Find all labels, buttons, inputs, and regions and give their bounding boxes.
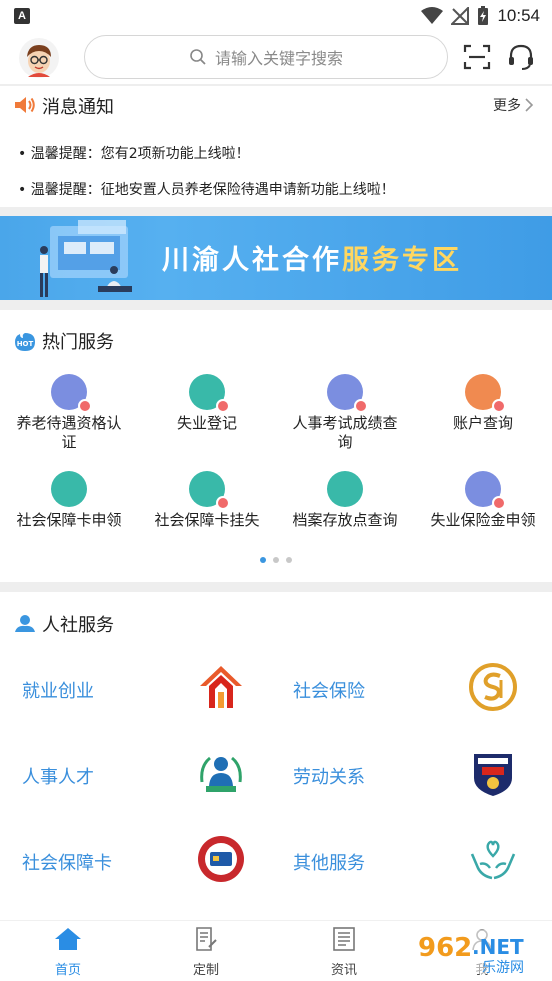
service-unemployment-registration[interactable]: 失业登记 <box>138 374 276 433</box>
service-label: 档案存放点查询 <box>292 511 398 529</box>
service-label: 人事考试成绩查询 <box>292 414 398 451</box>
hot-services-header: HOT 热门服务 <box>0 324 552 358</box>
nav-home[interactable]: 首页 <box>28 927 108 978</box>
search-placeholder: 请输入关键字搜索 <box>214 49 343 68</box>
renshe-services-header: 人社服务 <box>0 607 552 641</box>
notice-item[interactable]: • 温馨提醒：征地安置人员养老保险待遇申请新功能上线啦！ <box>18 179 395 199</box>
notice-more-link[interactable]: 更多 <box>493 95 534 115</box>
nav-customize[interactable]: 定制 <box>166 927 246 978</box>
battery-icon <box>478 6 489 25</box>
renshe-item-employment[interactable]: 就业创业 <box>22 677 94 703</box>
social-insurance-logo-icon[interactable] <box>468 662 518 712</box>
archive-icon <box>327 471 363 507</box>
service-label: 账户查询 <box>452 414 513 432</box>
service-exam-score-query[interactable]: 人事考试成绩查询 <box>276 374 414 452</box>
care-hands-heart-icon[interactable] <box>468 834 518 884</box>
hot-icon: HOT <box>15 333 35 351</box>
renshe-services-title: 人社服务 <box>42 615 114 636</box>
notice-title: 消息通知 <box>42 97 114 118</box>
person-icon <box>15 615 35 632</box>
notification-a-icon: A <box>14 8 30 24</box>
renshe-item-labor-relations[interactable]: 劳动关系 <box>293 763 365 789</box>
service-label: 养老待遇资格认证 <box>16 414 122 451</box>
watermark-net: .NET <box>472 935 524 959</box>
service-label: 社会保障卡挂失 <box>154 511 260 529</box>
banner[interactable]: 川渝人社合作服务专区 <box>0 216 552 300</box>
no-signal-icon <box>451 7 470 25</box>
service-unemployment-benefit-apply[interactable]: 失业保险金申领 <box>414 471 552 530</box>
card-icon <box>51 471 87 507</box>
banner-title-main: 川渝人社合作 <box>162 245 342 276</box>
status-icons: 10:54 <box>421 4 540 28</box>
banner-title-highlight: 服务专区 <box>342 245 462 276</box>
labor-relations-badge-icon[interactable] <box>468 748 518 798</box>
renshe-item-social-security-card[interactable]: 社会保障卡 <box>22 849 112 875</box>
service-label: 社会保障卡申领 <box>16 511 122 529</box>
benefit-icon <box>465 471 506 510</box>
service-label: 失业保险金申领 <box>430 511 536 529</box>
scan-icon[interactable] <box>462 42 492 72</box>
nav-label: 首页 <box>54 963 81 978</box>
search-icon <box>190 49 206 65</box>
news-icon <box>333 927 355 951</box>
notice-item[interactable]: • 温馨提醒：您有2项新功能上线啦！ <box>18 143 250 163</box>
notice-more-label: 更多 <box>493 98 521 114</box>
avatar[interactable] <box>18 37 60 79</box>
status-bar: A 10:54 <box>0 0 552 32</box>
clock: 10:54 <box>497 6 540 25</box>
renshe-item-personnel-talent[interactable]: 人事人才 <box>22 763 94 789</box>
personnel-talent-logo-icon[interactable] <box>196 748 246 798</box>
exam-icon <box>327 374 368 413</box>
document-edit-icon <box>196 927 217 951</box>
home-icon <box>55 928 81 950</box>
customer-service-icon[interactable] <box>506 42 536 72</box>
renshe-item-other-services[interactable]: 其他服务 <box>293 849 365 875</box>
section-divider <box>0 300 552 310</box>
service-label: 失业登记 <box>176 414 237 432</box>
page-dot[interactable] <box>260 557 266 563</box>
service-card-apply[interactable]: 社会保障卡申领 <box>0 471 138 530</box>
nav-label: 定制 <box>192 963 219 978</box>
chevron-right-icon <box>525 98 534 112</box>
hot-badge-text: HOT <box>17 340 34 348</box>
page-indicator <box>260 557 292 563</box>
section-divider <box>0 582 552 592</box>
service-archive-location-query[interactable]: 档案存放点查询 <box>276 471 414 530</box>
site-watermark: 962 .NET 乐游网 <box>412 930 548 976</box>
employment-logo-icon[interactable] <box>196 662 246 712</box>
watermark-962: 962 <box>418 933 472 963</box>
service-card-report-loss[interactable]: 社会保障卡挂失 <box>138 471 276 530</box>
lock-icon <box>189 471 230 510</box>
service-account-query[interactable]: 账户查询 <box>414 374 552 433</box>
account-icon <box>465 374 506 413</box>
notice-header: 消息通知 更多 <box>0 88 552 122</box>
wifi-icon <box>421 7 444 24</box>
nav-label: 资讯 <box>330 963 357 978</box>
hot-services-title: 热门服务 <box>42 332 114 353</box>
service-pension-certification[interactable]: 养老待遇资格认证 <box>0 374 138 452</box>
page-dot[interactable] <box>286 557 292 563</box>
speaker-icon <box>15 97 35 113</box>
search-input[interactable]: 请输入关键字搜索 <box>84 35 448 79</box>
banner-illustration <box>40 220 132 297</box>
social-security-card-logo-icon[interactable] <box>196 834 246 884</box>
pension-icon <box>51 374 92 413</box>
nav-news[interactable]: 资讯 <box>304 927 384 978</box>
app-header: 请输入关键字搜索 <box>0 32 552 84</box>
page-dot[interactable] <box>273 557 279 563</box>
section-divider <box>0 207 552 216</box>
renshe-item-social-insurance[interactable]: 社会保险 <box>293 677 365 703</box>
watermark-site: 乐游网 <box>482 960 524 976</box>
register-icon <box>189 374 230 413</box>
header-divider <box>0 84 552 86</box>
banner-title: 川渝人社合作服务专区 <box>162 238 462 277</box>
